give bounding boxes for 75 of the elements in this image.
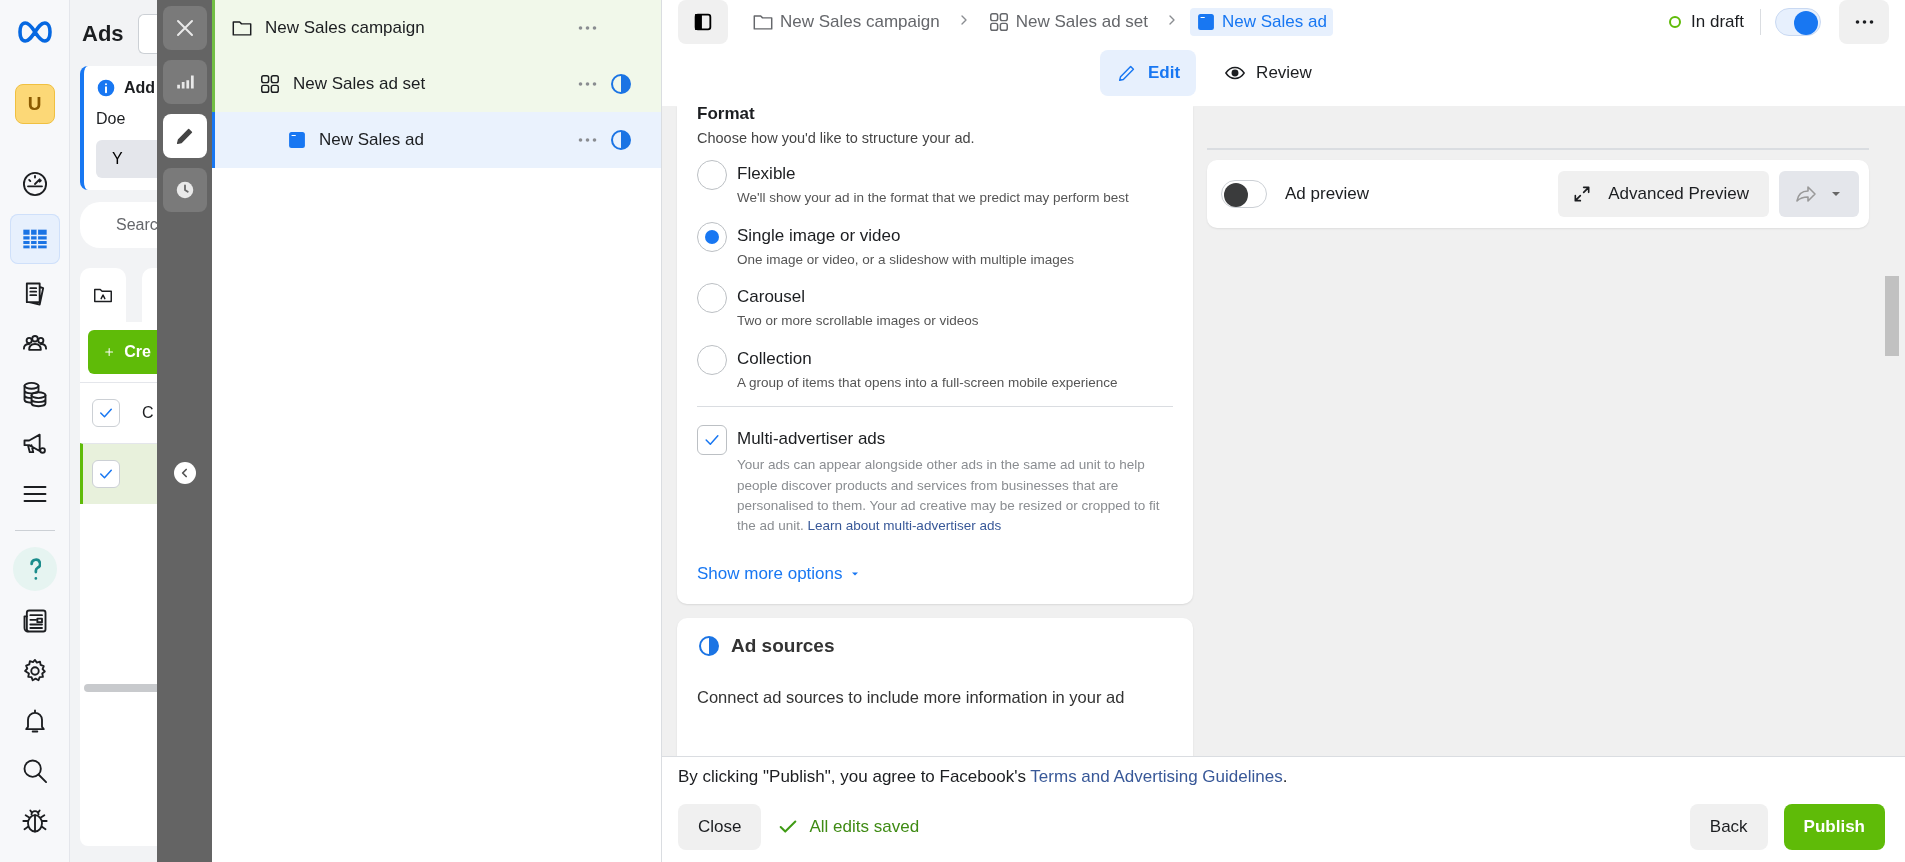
tree-item[interactable]: New Sales campaign [212, 0, 661, 56]
sidebar-icon [692, 11, 714, 33]
section-title: Format [697, 106, 756, 124]
option-label: Multi-advertiser ads [737, 429, 887, 450]
breadcrumb-link[interactable]: New Sales ad [1190, 8, 1333, 36]
save-status: All edits saved [809, 817, 920, 837]
column-header: C [142, 404, 154, 422]
grid-icon [987, 11, 1010, 33]
expand-icon [1572, 184, 1593, 204]
terms-link[interactable]: Terms and Advertising Guidelines [1030, 767, 1283, 786]
scrollbar[interactable] [84, 684, 157, 692]
close-button[interactable]: Close [678, 804, 762, 850]
toolbar-button[interactable] [162, 168, 207, 212]
radio-button[interactable] [697, 160, 727, 190]
option-description: We'll show your ad in the format that we predict may perform best [737, 189, 1129, 207]
tab[interactable]: Review [1208, 50, 1328, 96]
show-more-link[interactable]: Show more options [697, 564, 861, 585]
status-label: In draft [1691, 12, 1744, 32]
section-subtitle: Choose how you'd like to structure your ad. [697, 130, 976, 146]
section-title: Ad sources [731, 635, 835, 658]
option-label: Flexible [737, 164, 797, 184]
help-icon [28, 558, 41, 580]
more-icon [1854, 20, 1874, 24]
search-field[interactable]: Searc [80, 202, 157, 248]
notice-button[interactable]: Y [96, 140, 157, 178]
preview-label: Ad preview [1285, 184, 1371, 204]
half-circle-icon [609, 72, 633, 96]
more-icon [578, 82, 597, 86]
option-description: Your ads can appear alongside other ads in the same ad unit to help people discover products and services from businesses that are personalised to them. Your ad creative may be resized or cropped to fit the ad unit. Learn about multi-advertiser ads [737, 456, 1161, 535]
radio-button[interactable] [697, 221, 727, 252]
option-description: A group of items that opens into a full-screen mobile experience [737, 373, 1118, 392]
advanced-preview-button[interactable]: Advanced Preview [1558, 171, 1769, 217]
account-avatar[interactable]: U [14, 84, 55, 124]
option-description: Two or more scrollable images or videos [737, 312, 979, 331]
option-description: One image or video, or a slideshow with multiple images [737, 250, 1074, 269]
tree-item[interactable]: New Sales ad set [212, 56, 661, 112]
checkbox[interactable] [697, 425, 727, 456]
option-label: Carousel [737, 287, 807, 308]
toggle-switch[interactable] [1775, 8, 1821, 36]
bug-icon [20, 807, 49, 835]
breadcrumb-link[interactable]: New Sales campaign [746, 7, 946, 37]
toolbar-button[interactable] [162, 6, 207, 50]
terms-notice: By clicking "Publish", you agree to Facebook's Terms and Advertising Guidelines. [678, 767, 1289, 787]
ad-icon [1196, 12, 1216, 32]
toolbar-button[interactable] [162, 60, 207, 104]
more-icon [578, 138, 597, 142]
learn-more-link[interactable]: Learn about multi-advertiser ads [807, 518, 1002, 533]
notice-title: Add [124, 79, 156, 97]
section-text: Connect ad sources to include more information in your ad [697, 688, 1126, 708]
toolbar-button[interactable] [162, 114, 207, 158]
back-button[interactable]: Back [1689, 804, 1768, 850]
radio-button[interactable] [697, 344, 727, 375]
page-title: Ads [82, 21, 124, 47]
row-checkbox[interactable] [92, 460, 120, 488]
radio-button[interactable] [697, 283, 727, 314]
collapse-button[interactable] [173, 462, 196, 484]
notice-text: Doe [96, 110, 127, 128]
row-checkbox[interactable] [92, 399, 120, 427]
ad-icon [287, 130, 307, 150]
status-dot [1669, 16, 1682, 28]
folder-tab[interactable] [80, 268, 126, 322]
breadcrumb-link[interactable]: New Sales ad set [981, 7, 1154, 37]
tab[interactable]: Edit [1100, 50, 1197, 96]
more-icon [578, 26, 597, 30]
half-circle-icon [609, 128, 633, 152]
toggle-switch[interactable] [1221, 180, 1267, 208]
option-label: Collection [737, 348, 813, 369]
info-icon [96, 78, 116, 98]
option-label: Single image or video [737, 225, 902, 246]
gauge-icon [20, 170, 49, 198]
sidebar-toggle-button[interactable] [678, 0, 728, 44]
tree-item[interactable]: New Sales ad [212, 112, 661, 168]
half-circle-icon [697, 634, 721, 659]
grid-icon [259, 73, 281, 95]
account-field[interactable] [137, 14, 157, 54]
